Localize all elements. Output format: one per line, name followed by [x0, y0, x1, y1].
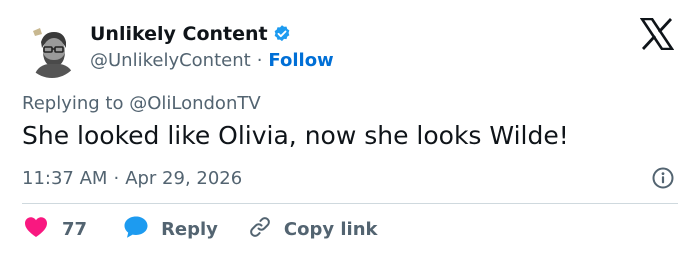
like-button[interactable]: 77	[24, 216, 87, 242]
tweet-text: She looked like Olivia, now she looks Wi…	[22, 121, 569, 150]
reply-label: Reply	[161, 218, 218, 240]
link-icon	[248, 215, 272, 243]
timestamp-separator: ·	[113, 167, 120, 189]
handle-row: @UnlikelyContent · Follow	[90, 49, 334, 71]
replying-to[interactable]: Replying to @OliLondonTV	[22, 93, 261, 115]
tweet-date: Apr 29, 2026	[125, 167, 243, 189]
like-count: 77	[62, 218, 88, 240]
copy-link-label: Copy link	[283, 218, 378, 240]
tweet-time: 11:37 AM	[22, 167, 108, 189]
copy-link-button[interactable]: Copy link	[248, 215, 378, 243]
divider	[22, 203, 678, 204]
speech-bubble-icon	[123, 215, 149, 243]
info-icon[interactable]	[651, 166, 675, 190]
heart-icon	[24, 216, 48, 242]
verified-badge-icon	[272, 24, 292, 44]
tweet-card: Unlikely Content @UnlikelyContent · Foll…	[0, 0, 700, 256]
handle-separator: ·	[256, 49, 263, 71]
action-bar: 77 Reply Copy link	[24, 216, 378, 242]
display-name[interactable]: Unlikely Content	[90, 23, 268, 45]
x-logo-icon[interactable]	[639, 17, 675, 51]
follow-button[interactable]: Follow	[268, 50, 333, 71]
timestamp[interactable]: 11:37 AM · Apr 29, 2026	[22, 166, 242, 190]
author-handle[interactable]: @UnlikelyContent	[90, 50, 251, 71]
author-name-row: Unlikely Content	[90, 22, 292, 46]
avatar[interactable]	[24, 22, 80, 78]
reply-button[interactable]: Reply	[123, 215, 218, 243]
